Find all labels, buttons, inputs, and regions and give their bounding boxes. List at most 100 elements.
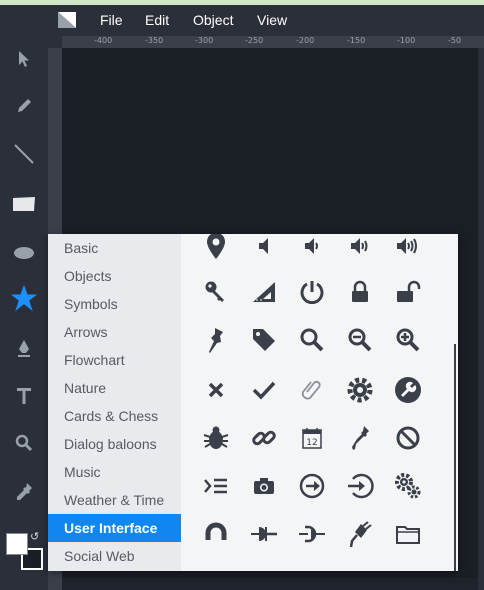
shape-item[interactable]	[388, 234, 428, 266]
gears-icon	[395, 473, 421, 499]
power-icon	[300, 281, 324, 305]
category-music[interactable]: Music	[48, 458, 181, 486]
indent-list-icon	[204, 478, 227, 494]
eyedropper-tool[interactable]	[10, 478, 38, 506]
wrench-icon	[395, 377, 421, 403]
top-ruler: -400 -350 -300 -250 -200 -150 -100 -50	[62, 36, 484, 48]
category-cards-chess[interactable]: Cards & Chess	[48, 402, 181, 430]
ruler-label: -300	[195, 36, 214, 45]
shape-item[interactable]	[244, 418, 284, 458]
category-social-web[interactable]: Social Web	[48, 542, 181, 570]
shape-item[interactable]	[196, 514, 236, 554]
pen-tool[interactable]	[10, 335, 38, 363]
pencil-tool[interactable]	[10, 92, 38, 120]
power-plug-icon	[349, 521, 372, 548]
shape-item[interactable]	[196, 466, 236, 506]
swap-colors-icon[interactable]: ↺	[30, 530, 39, 543]
shape-grid-scrollbar[interactable]	[454, 344, 456, 571]
magnifier-icon	[300, 328, 324, 352]
category-list: Basic Objects Symbols Arrows Flowchart N…	[48, 234, 181, 571]
menu-edit[interactable]: Edit	[145, 12, 169, 28]
plug-out-icon	[299, 525, 325, 543]
pushpin-icon	[209, 328, 223, 353]
tool-panel: ↺	[0, 5, 48, 590]
lock-icon	[352, 280, 368, 302]
menu-object[interactable]: Object	[193, 12, 233, 28]
shape-item[interactable]	[196, 272, 236, 312]
shape-item[interactable]	[340, 234, 380, 266]
key-icon	[205, 281, 224, 302]
shape-item[interactable]	[340, 514, 380, 554]
line-tool[interactable]	[10, 140, 38, 168]
shape-item[interactable]	[244, 466, 284, 506]
cross-icon	[208, 382, 224, 398]
shape-item[interactable]	[388, 272, 428, 312]
shape-item[interactable]	[292, 370, 332, 410]
category-objects[interactable]: Objects	[48, 262, 181, 290]
ruler-label: -100	[397, 36, 416, 45]
bug-icon	[203, 426, 229, 449]
shape-item[interactable]	[244, 272, 284, 312]
shape-item[interactable]	[244, 320, 284, 360]
zoom-tool[interactable]	[10, 429, 38, 457]
shape-item[interactable]: 12	[292, 418, 332, 458]
ruler-corner	[48, 36, 62, 48]
magnifier-icon	[15, 434, 33, 452]
shape-item[interactable]	[340, 320, 380, 360]
shape-item[interactable]	[388, 418, 428, 458]
shape-item[interactable]	[388, 370, 428, 410]
ellipse-tool[interactable]	[10, 239, 38, 267]
app-logo-icon	[58, 12, 76, 28]
login-icon	[348, 473, 374, 499]
text-t-icon	[17, 388, 31, 404]
shape-item[interactable]	[244, 514, 284, 554]
shape-item[interactable]	[340, 418, 380, 458]
shape-item[interactable]	[388, 466, 428, 506]
vertical-scrollbar[interactable]	[478, 48, 484, 590]
category-symbols[interactable]: Symbols	[48, 290, 181, 318]
shape-item[interactable]	[292, 514, 332, 554]
category-basic[interactable]: Basic	[48, 234, 181, 262]
plug-in-icon	[251, 527, 277, 541]
shape-item[interactable]	[388, 514, 428, 554]
category-dialog-baloons[interactable]: Dialog baloons	[48, 430, 181, 458]
folder-icon	[396, 526, 420, 544]
pencil-icon	[18, 99, 31, 112]
shape-item[interactable]	[340, 272, 380, 312]
shape-item[interactable]	[244, 370, 284, 410]
shape-item[interactable]	[196, 370, 236, 410]
ruler-label: -350	[145, 36, 164, 45]
calendar-icon: 12	[302, 428, 322, 449]
category-flowchart[interactable]: Flowchart	[48, 346, 181, 374]
category-arrows[interactable]: Arrows	[48, 318, 181, 346]
shape-item[interactable]	[340, 370, 380, 410]
fill-color-swatch[interactable]	[6, 533, 28, 555]
shape-item[interactable]	[292, 466, 332, 506]
star-tool[interactable]	[10, 284, 38, 312]
magnet-icon	[205, 522, 227, 544]
menu-view[interactable]: View	[257, 12, 287, 28]
category-nature[interactable]: Nature	[48, 374, 181, 402]
category-user-interface[interactable]: User Interface	[48, 514, 181, 542]
no-entry-icon	[396, 426, 420, 450]
shape-item[interactable]	[340, 466, 380, 506]
text-tool[interactable]	[10, 382, 38, 410]
shape-item[interactable]	[196, 234, 236, 266]
dropper-icon	[352, 426, 369, 450]
shape-item[interactable]	[196, 320, 236, 360]
shape-item[interactable]	[292, 272, 332, 312]
shape-item[interactable]	[292, 234, 332, 266]
menu-file[interactable]: File	[100, 12, 123, 28]
shape-item[interactable]	[196, 418, 236, 458]
category-weather-time[interactable]: Weather & Time	[48, 486, 181, 514]
select-tool[interactable]	[10, 45, 38, 73]
ruler-label: -50	[448, 36, 462, 45]
shape-item[interactable]	[388, 320, 428, 360]
ruler-label: -150	[347, 36, 366, 45]
shape-item[interactable]	[244, 234, 284, 266]
rectangle-icon	[13, 197, 35, 211]
zoom-in-icon	[396, 328, 420, 352]
rectangle-tool[interactable]	[10, 190, 38, 218]
gear-icon	[347, 377, 373, 403]
shape-item[interactable]	[292, 320, 332, 360]
